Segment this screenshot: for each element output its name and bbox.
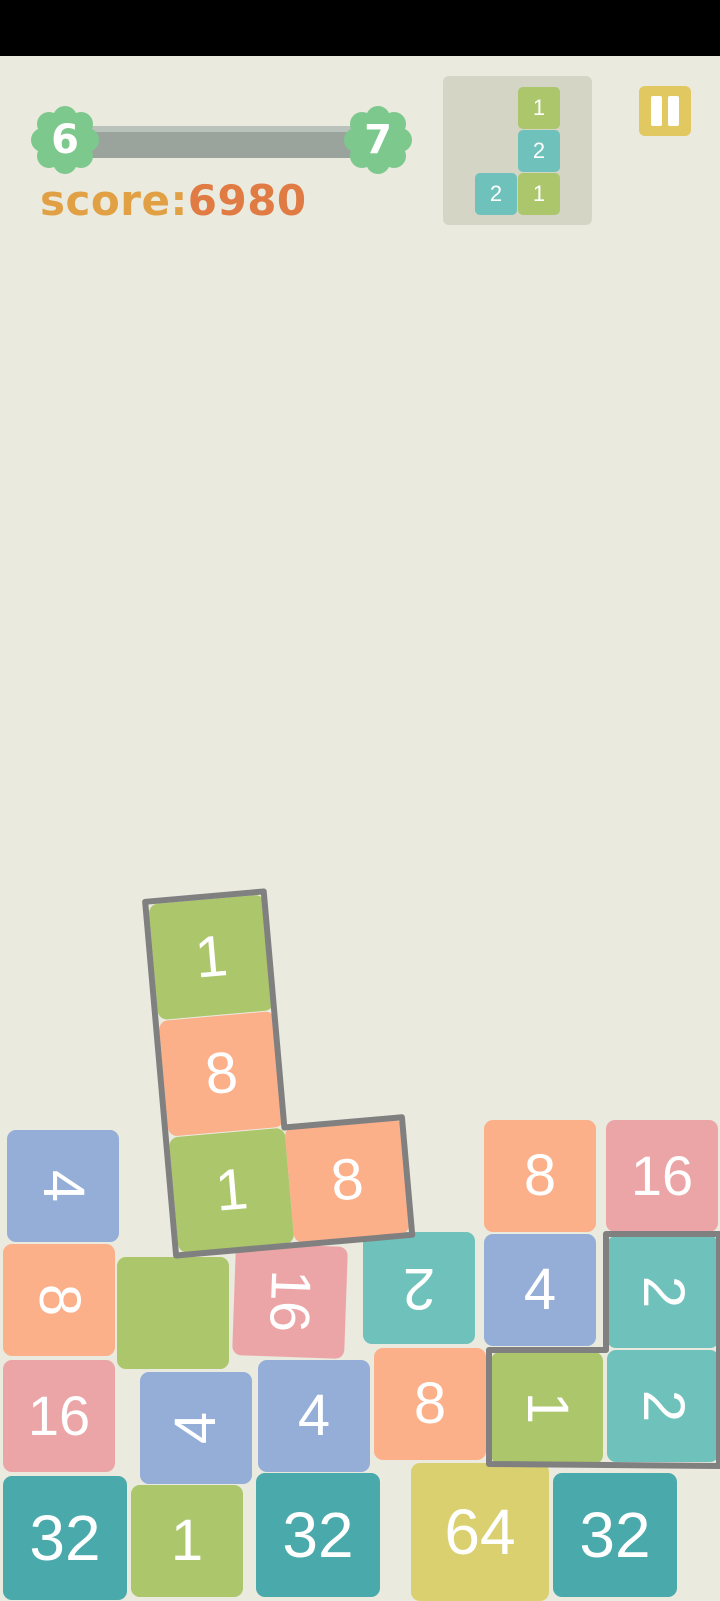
falling-piece[interactable]: 1818 [142, 877, 434, 1259]
landed-piece-outline [486, 1231, 720, 1469]
falling-piece-outline [142, 888, 416, 1259]
game-board[interactable]: 4 8 16 2 4 2 8 16 16 4 4 8 1 2 32 1 32 64 32 1 8 1 8 [0, 0, 720, 1601]
